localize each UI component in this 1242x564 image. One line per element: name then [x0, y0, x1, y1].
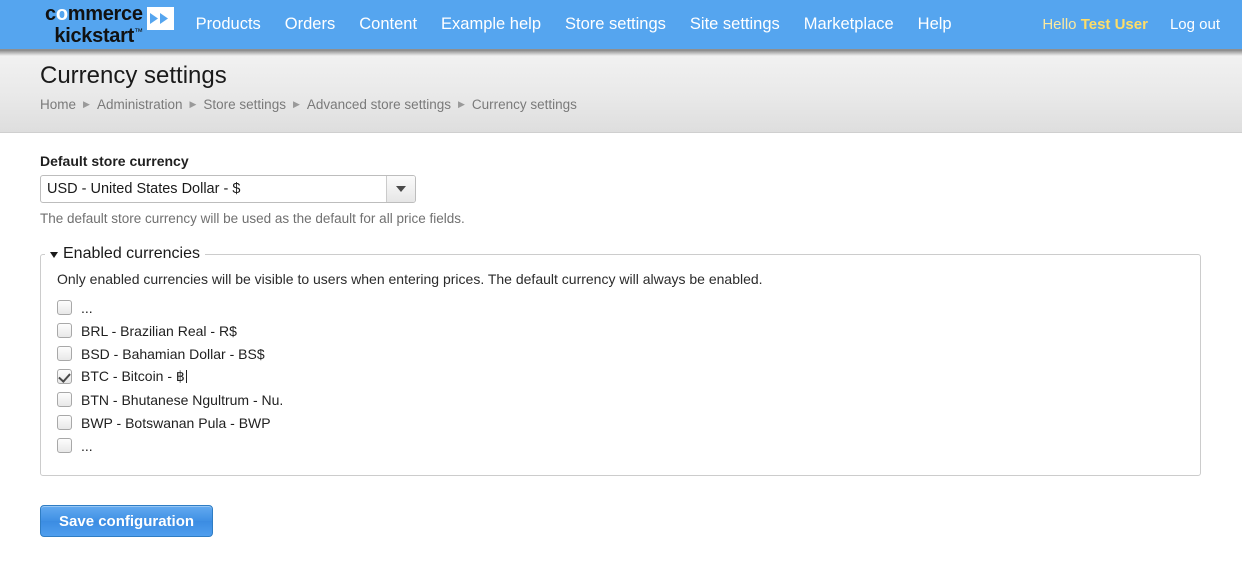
nav-item-marketplace[interactable]: Marketplace [804, 15, 894, 34]
enabled-currencies-fieldset: Enabled currencies Only enabled currenci… [40, 245, 1201, 476]
currency-checkbox-row[interactable]: ... [57, 296, 1200, 319]
nav-item-help[interactable]: Help [918, 15, 952, 34]
enabled-currencies-description: Only enabled currencies will be visible … [57, 271, 763, 287]
trademark-mark: ™ [133, 25, 143, 36]
nav-item-products[interactable]: Products [196, 15, 261, 34]
currency-checkbox-row[interactable]: BTN - Bhutanese Ngultrum - Nu. [57, 388, 1200, 411]
currency-checkbox-row[interactable]: BRL - Brazilian Real - R$ [57, 319, 1200, 342]
currency-label: BRL - Brazilian Real - R$ [81, 322, 237, 339]
page-header-band: Currency settings Home ▶ Administration … [0, 51, 1242, 133]
caret-down-icon [50, 252, 58, 258]
currency-label: ... [81, 299, 93, 316]
breadcrumb-item-store-settings[interactable]: Store settings [203, 97, 286, 112]
checkbox-icon[interactable] [57, 300, 72, 315]
checkbox-checked-icon[interactable] [57, 369, 72, 384]
checkbox-icon[interactable] [57, 323, 72, 338]
currency-label: BSD - Bahamian Dollar - BS$ [81, 345, 265, 362]
breadcrumb-separator-icon: ▶ [189, 99, 197, 109]
logo-line-kickstart: kickstart™ [54, 24, 143, 47]
enabled-currencies-list: ... BRL - Brazilian Real - R$ BSD - Baha… [41, 296, 1200, 457]
greeting-prefix: Hello [1042, 16, 1081, 33]
default-currency-selected-value: USD - United States Dollar - $ [47, 181, 241, 197]
logo-line-commerce: commerce [45, 2, 143, 25]
breadcrumb-item-home[interactable]: Home [40, 97, 76, 112]
currency-label: ... [81, 437, 93, 454]
nav-item-example-help[interactable]: Example help [441, 15, 541, 34]
logo-wordmark: commerce kickstart™ [45, 4, 143, 46]
checkbox-icon[interactable] [57, 415, 72, 430]
checkbox-icon[interactable] [57, 392, 72, 407]
save-configuration-button[interactable]: Save configuration [40, 505, 214, 537]
breadcrumb-separator-icon: ▶ [292, 99, 300, 109]
currency-checkbox-row[interactable]: ... [57, 434, 1200, 457]
nav-item-content[interactable]: Content [359, 15, 417, 34]
user-name: Test User [1080, 16, 1148, 33]
currency-checkbox-row[interactable]: BSD - Bahamian Dollar - BS$ [57, 342, 1200, 365]
checkbox-icon[interactable] [57, 346, 72, 361]
primary-nav: Products Orders Content Example help Sto… [196, 15, 952, 34]
currency-checkbox-row[interactable]: BWP - Botswanan Pula - BWP [57, 411, 1200, 434]
default-currency-description: The default store currency will be used … [40, 211, 465, 226]
checkbox-icon[interactable] [57, 438, 72, 453]
enabled-currencies-legend-label: Enabled currencies [63, 245, 200, 262]
breadcrumb-item-advanced-store-settings[interactable]: Advanced store settings [307, 97, 451, 112]
currency-label: BTC - Bitcoin - ฿ [81, 368, 187, 384]
logout-link[interactable]: Log out [1170, 16, 1220, 33]
breadcrumb-separator-icon: ▶ [83, 99, 90, 109]
main-content: Default store currency USD - United Stat… [0, 133, 1242, 537]
top-navbar: commerce kickstart™ Products Orders Cont… [0, 0, 1242, 51]
text-cursor [185, 370, 187, 383]
double-chevron-right-icon [146, 7, 174, 30]
page-title: Currency settings [40, 62, 227, 89]
breadcrumb-item-current: Currency settings [471, 97, 577, 112]
chevron-down-icon[interactable] [386, 176, 415, 202]
currency-label: BTN - Bhutanese Ngultrum - Nu. [81, 391, 284, 408]
user-menu: Hello Test User Log out [1042, 0, 1220, 49]
currency-label: BWP - Botswanan Pula - BWP [81, 414, 271, 431]
breadcrumb-separator-icon: ▶ [457, 99, 465, 109]
currency-checkbox-row[interactable]: BTC - Bitcoin - ฿ [57, 365, 1200, 388]
nav-item-store-settings[interactable]: Store settings [565, 15, 666, 34]
default-currency-label: Default store currency [40, 153, 189, 169]
default-currency-select[interactable]: USD - United States Dollar - $ [40, 175, 416, 203]
enabled-currencies-legend[interactable]: Enabled currencies [45, 245, 205, 263]
site-logo[interactable]: commerce kickstart™ [45, 4, 174, 46]
nav-item-orders[interactable]: Orders [285, 15, 335, 34]
nav-item-site-settings[interactable]: Site settings [690, 15, 780, 34]
breadcrumb: Home ▶ Administration ▶ Store settings ▶… [40, 97, 1242, 112]
breadcrumb-item-administration[interactable]: Administration [97, 97, 183, 112]
user-greeting: Hello Test User [1042, 16, 1148, 33]
